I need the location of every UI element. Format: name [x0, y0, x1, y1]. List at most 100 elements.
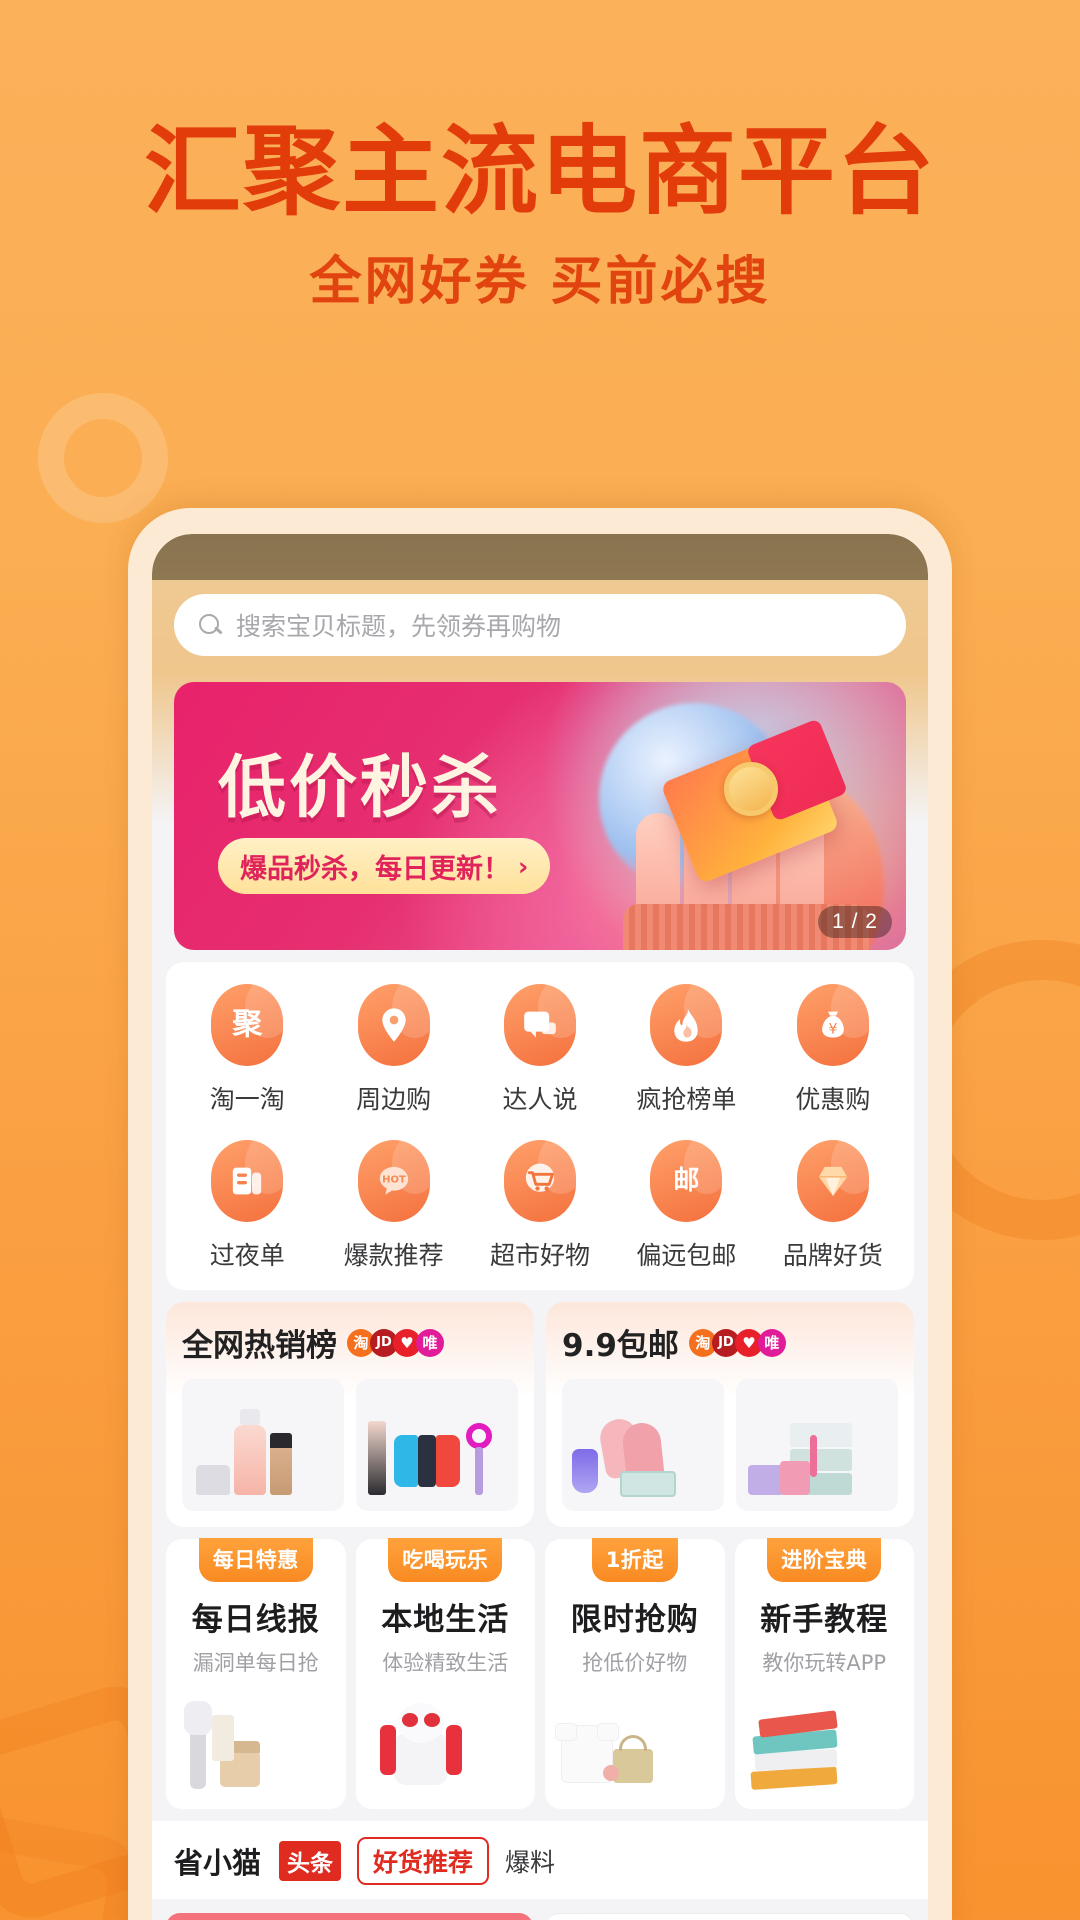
quick-link-fengqiangbangdan[interactable]: 疯抢榜单: [613, 984, 759, 1116]
ranking-cards: 全网热销榜 淘 JD ♥ 唯 9.9包邮 淘 JD ♥ 唯: [166, 1302, 914, 1527]
card-header: 9.9包邮 淘 JD ♥ 唯: [562, 1320, 898, 1365]
quick-link-label: 超市好物: [490, 1241, 591, 1270]
quick-link-label: 偏远包邮: [636, 1241, 737, 1270]
promo-card-tab: 吃喝玩乐: [388, 1538, 503, 1582]
chevron-right-icon: ›: [518, 851, 529, 881]
quick-link-label: 周边购: [356, 1085, 432, 1114]
quick-link-chaoshihaowu[interactable]: 超市好物: [467, 1140, 613, 1272]
brand-name: 省小猫: [174, 1846, 262, 1880]
quick-link-pinpaihaohuo[interactable]: 品牌好货: [760, 1140, 906, 1272]
quick-link-youhuigou[interactable]: ¥ 优惠购: [760, 984, 906, 1116]
rm-protein-card[interactable]: R&M® 优质蛋白 LUXBER R&M Premium Nutrition H…: [166, 1913, 533, 1920]
hot-bubble-icon: HOT: [357, 1140, 430, 1222]
quick-links-row-1: 聚 淘一淘 周边购 达人说 疯抢榜单 ¥ 优惠购: [174, 984, 906, 1116]
decorative-ring-left: [38, 393, 168, 523]
vip-badge: 唯: [757, 1328, 786, 1357]
status-bar: [152, 534, 928, 580]
phone-screen: 搜索宝贝标题，先领券再购物 低价秒杀 爆品秒杀，每日更新！ › 1 / 2 聚 …: [152, 534, 928, 1920]
quick-link-label: 优惠购: [795, 1085, 871, 1114]
hero-section: 汇聚主流电商平台 全网好券 买前必搜: [0, 0, 1080, 308]
promo-card-subtitle: 体验精致生活: [382, 1651, 509, 1675]
news-tab-bar: 省小猫 头条 好货推荐 爆料: [152, 1821, 928, 1899]
platform-badges: 淘 JD ♥ 唯: [688, 1328, 786, 1357]
slippers-thumb[interactable]: [562, 1379, 724, 1511]
quick-link-label: 品牌好货: [782, 1241, 883, 1270]
coin-icon: [723, 762, 778, 817]
promo-card-tab: 1折起: [591, 1538, 678, 1582]
tab-recommended[interactable]: 好货推荐: [357, 1837, 490, 1885]
quick-link-label: 淘一淘: [209, 1085, 285, 1114]
mascot-art: [364, 1687, 528, 1797]
quick-link-label: 疯抢榜单: [636, 1085, 737, 1114]
card-thumbnails: [562, 1379, 898, 1511]
search-icon: [198, 613, 222, 637]
flame-icon: [650, 984, 723, 1066]
card-hot-ranking[interactable]: 全网热销榜 淘 JD ♥ 唯: [166, 1302, 534, 1527]
location-pin-icon: [357, 984, 430, 1066]
search-input[interactable]: 搜索宝贝标题，先领券再购物: [174, 594, 906, 656]
promo-card-tutorial[interactable]: 进阶宝典 新手教程 教你玩转APP: [734, 1538, 914, 1809]
promo-card-subtitle: 教你玩转APP: [762, 1651, 887, 1675]
post-mail-icon: 邮: [650, 1140, 723, 1222]
quick-link-darenshuo[interactable]: 达人说: [467, 984, 613, 1116]
banner-pager: 1 / 2: [818, 906, 892, 938]
shopping-cart-icon: [504, 1140, 577, 1222]
toutiao-badge: 头条: [279, 1841, 342, 1881]
document-icon: [211, 1140, 284, 1222]
quick-link-zhoubiangou[interactable]: 周边购: [320, 984, 466, 1116]
tab-scoop[interactable]: 爆料: [505, 1843, 555, 1879]
card-99-free-shipping[interactable]: 9.9包邮 淘 JD ♥ 唯: [546, 1302, 914, 1527]
diamond-icon: [796, 1140, 869, 1222]
quick-link-guoyedan[interactable]: 过夜单: [174, 1140, 320, 1272]
phone-mockup: 搜索宝贝标题，先领券再购物 低价秒杀 爆品秒杀，每日更新！ › 1 / 2 聚 …: [128, 508, 952, 1920]
app-content: 低价秒杀 爆品秒杀，每日更新！ › 1 / 2 聚 淘一淘 周边购 达人说 疯抢…: [152, 672, 928, 1920]
comb-cream-art: [174, 1687, 338, 1797]
promo-card-subtitle: 抢低价好物: [582, 1651, 688, 1675]
promo-banner[interactable]: 低价秒杀 爆品秒杀，每日更新！ › 1 / 2: [174, 682, 906, 950]
promo-card-local-life[interactable]: 吃喝玩乐 本地生活 体验精致生活: [355, 1538, 535, 1809]
promo-card-tab: 每日特惠: [198, 1538, 313, 1582]
banner-cta-label: 爆品秒杀，每日更新！: [240, 853, 510, 885]
app-header: 搜索宝贝标题，先领券再购物: [152, 580, 928, 672]
storage-box-thumb[interactable]: [736, 1379, 898, 1511]
quick-links-row-2: 过夜单 HOT 爆款推荐 超市好物 邮 偏远包邮 品牌好货: [174, 1140, 906, 1272]
promo-card-title: 限时抢购: [570, 1602, 699, 1638]
quick-link-label: 达人说: [502, 1085, 578, 1114]
card-title: 全网热销榜: [182, 1328, 337, 1364]
banner-region: 低价秒杀 爆品秒杀，每日更新！ › 1 / 2: [152, 672, 928, 950]
quick-link-pianyuanbaoyou[interactable]: 邮 偏远包邮: [613, 1140, 759, 1272]
promo-card-title: 本地生活: [381, 1602, 510, 1638]
quick-link-label: 过夜单: [209, 1241, 285, 1270]
promo-card-title: 每日线报: [191, 1602, 320, 1638]
promo-card-daily-deals[interactable]: 每日特惠 每日线报 漏洞单每日抢: [166, 1538, 346, 1809]
vip-badge: 唯: [416, 1328, 444, 1357]
svg-text:HOT: HOT: [382, 1175, 406, 1186]
banner-cta-button[interactable]: 爆品秒杀，每日更新！ ›: [218, 838, 551, 894]
book-card[interactable]: 这世界很烦， 这世界很烦， 但你要: [545, 1913, 914, 1920]
promo-card-title: 新手教程: [760, 1602, 889, 1638]
ju-character-icon: 聚: [211, 984, 284, 1066]
page-subtitle: 全网好券 买前必搜: [309, 252, 771, 312]
quick-links-grid: 聚 淘一淘 周边购 达人说 疯抢榜单 ¥ 优惠购 过夜单 HOT 爆款推荐 超市…: [166, 962, 914, 1290]
card-header: 全网热销榜 淘 JD ♥ 唯: [182, 1320, 518, 1365]
page-title: 汇聚主流电商平台: [144, 115, 936, 228]
promo-card-tab: 进阶宝典: [767, 1538, 882, 1582]
quick-link-label: 爆款推荐: [343, 1241, 444, 1270]
quick-link-taoyitao[interactable]: 聚 淘一淘: [174, 984, 320, 1116]
electronics-thumb[interactable]: [356, 1379, 518, 1511]
promo-cards: 每日特惠 每日线报 漏洞单每日抢 吃喝玩乐 本地生活 体验精致生活 1折起 限时…: [166, 1538, 914, 1809]
tshirt-bag-art: [553, 1687, 717, 1797]
card-title: 9.9包邮: [562, 1328, 679, 1364]
cosmetics-thumb[interactable]: [182, 1379, 344, 1511]
promo-card-flash-sale[interactable]: 1折起 限时抢购 抢低价好物: [545, 1538, 725, 1809]
quick-link-baokuantuijian[interactable]: HOT 爆款推荐: [320, 1140, 466, 1272]
chat-bubble-icon: [504, 984, 577, 1066]
platform-badges: 淘 JD ♥ 唯: [347, 1328, 444, 1357]
search-placeholder: 搜索宝贝标题，先领券再购物: [236, 613, 562, 641]
books-art: [743, 1687, 907, 1797]
svg-text:¥: ¥: [828, 1021, 837, 1037]
money-bag-icon: ¥: [796, 984, 869, 1066]
banner-title: 低价秒杀: [218, 749, 503, 828]
content-feed: R&M® 优质蛋白 LUXBER R&M Premium Nutrition H…: [152, 1899, 928, 1920]
promo-card-subtitle: 漏洞单每日抢: [192, 1651, 319, 1675]
